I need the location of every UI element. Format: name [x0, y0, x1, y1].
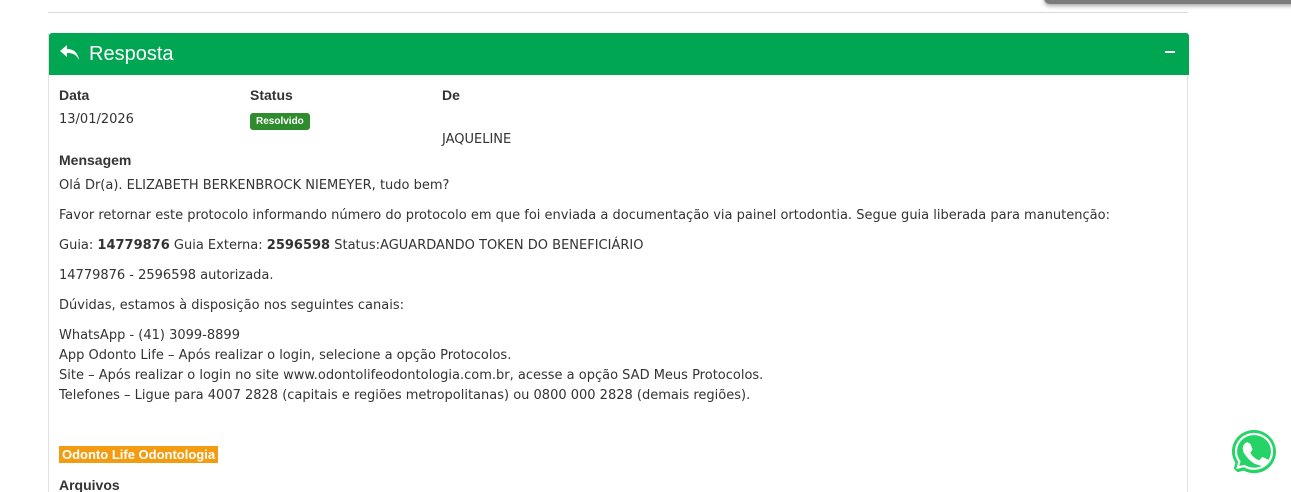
collapse-button[interactable]: [1159, 39, 1181, 65]
minus-icon: [1165, 51, 1175, 53]
whatsapp-icon[interactable]: [1228, 426, 1280, 478]
divider: [48, 12, 1188, 13]
status-badge: Resolvido: [250, 113, 310, 130]
reply-icon: [60, 45, 79, 60]
contact-app: App Odonto Life – Após realizar o login,…: [59, 348, 512, 363]
guide-status: Status:AGUARDANDO TOKEN DO BENEFICIÁRIO: [330, 238, 644, 253]
panel-header: Resposta: [49, 33, 1189, 75]
attachments-label: Arquivos: [59, 477, 120, 492]
page: Resposta Data 13/01/2026 Status Resolvid…: [0, 0, 1291, 492]
message-authorized: 14779876 - 2596598 autorizada.: [59, 268, 274, 283]
external-prefix: Guia Externa:: [169, 238, 267, 253]
from-value: JAQUELINE: [442, 132, 512, 147]
date-value: 13/01/2026: [59, 112, 134, 127]
contact-site: Site – Após realizar o login no site www…: [59, 368, 764, 383]
message-guide-line: Guia: 14779876 Guia Externa: 2596598 Sta…: [59, 238, 643, 253]
response-panel: Resposta Data 13/01/2026 Status Resolvid…: [48, 33, 1189, 492]
contact-whatsapp: WhatsApp - (41) 3099-8899: [59, 328, 240, 343]
from-label: De: [442, 87, 460, 103]
floating-popup-edge: [1044, 0, 1291, 4]
message-greeting: Olá Dr(a). ELIZABETH BERKENBROCK NIEMEYE…: [59, 178, 450, 193]
message-request: Favor retornar este protocolo informando…: [59, 208, 1110, 223]
guide-prefix: Guia:: [59, 238, 98, 253]
status-label: Status: [250, 87, 293, 103]
guide-number: 14779876: [97, 238, 170, 253]
signature-label: Odonto Life Odontologia: [59, 446, 219, 463]
panel-title: Resposta: [89, 43, 174, 65]
message-doubts: Dúvidas, estamos à disposição nos seguin…: [59, 298, 404, 313]
contact-phones: Telefones – Ligue para 4007 2828 (capita…: [59, 388, 751, 403]
message-label: Mensagem: [59, 152, 132, 168]
external-number: 2596598: [266, 238, 331, 253]
date-label: Data: [59, 87, 90, 103]
